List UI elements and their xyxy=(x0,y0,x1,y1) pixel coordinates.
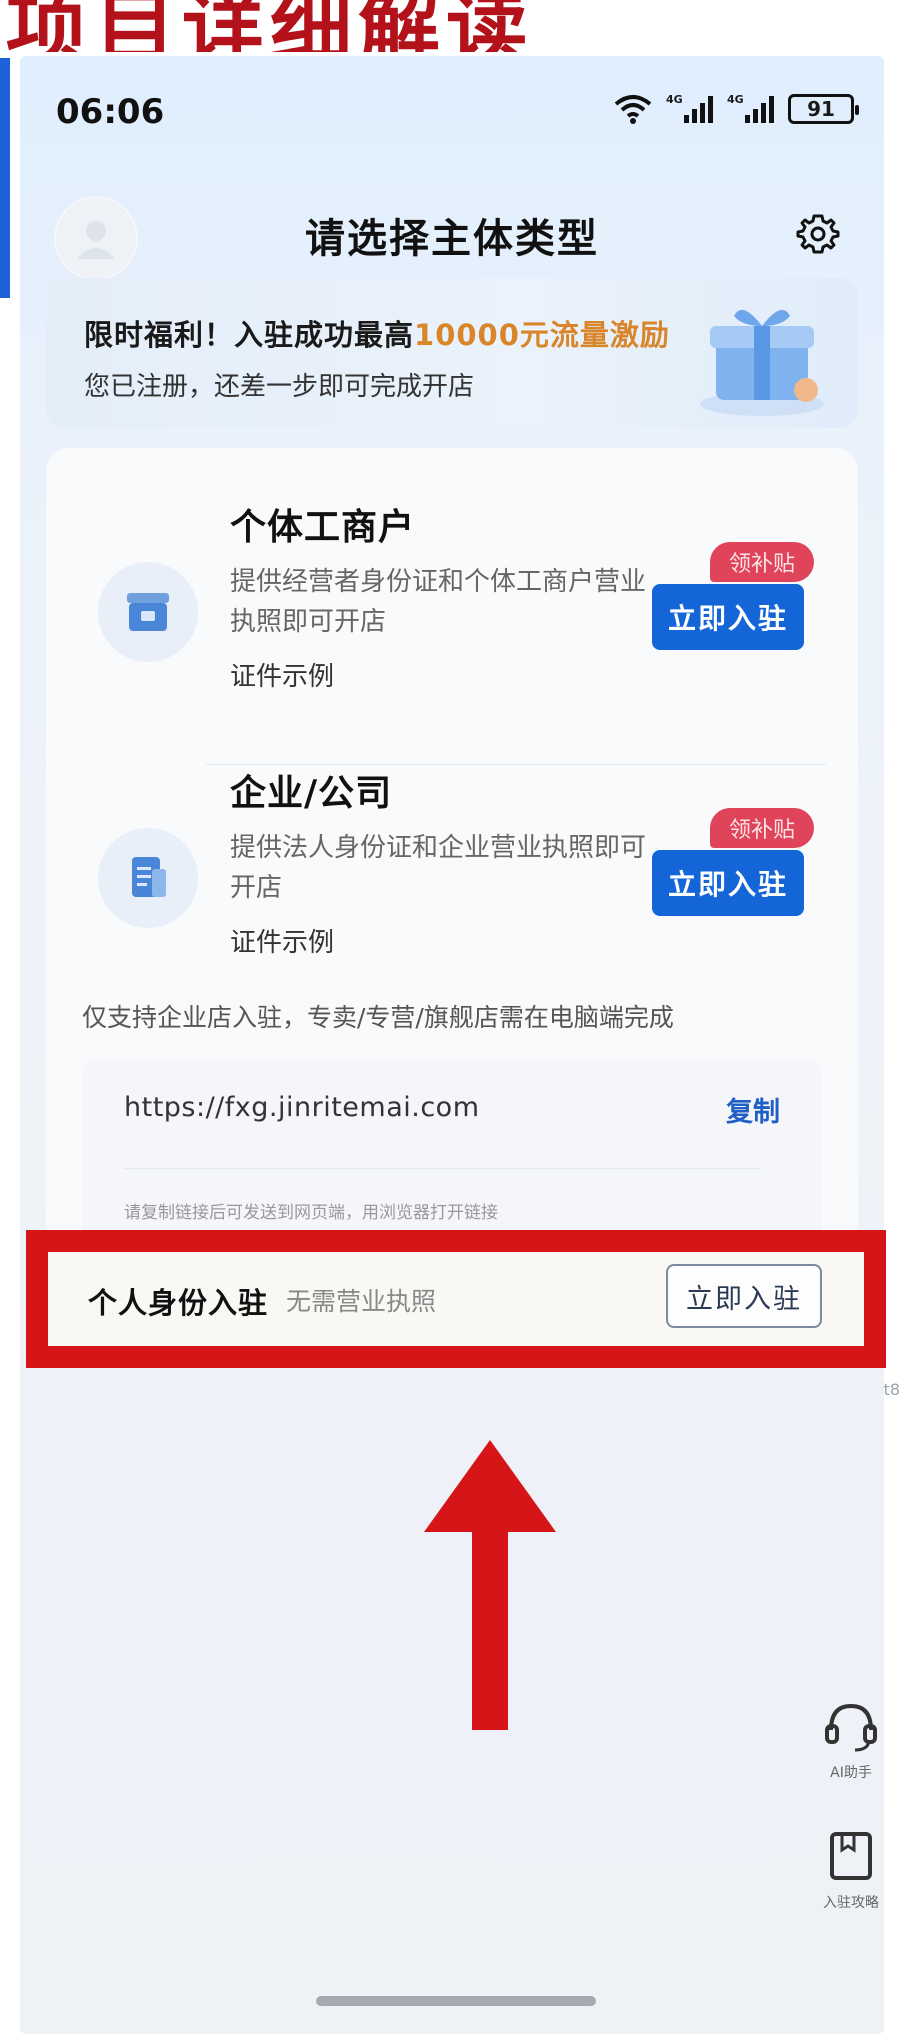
status-time: 06:06 xyxy=(56,92,165,132)
entity-title: 企业/公司 xyxy=(230,773,393,814)
red-highlight-box xyxy=(26,1230,886,1368)
status-icons: 4G 4G 91 xyxy=(614,93,859,124)
book-icon xyxy=(830,1832,872,1880)
copy-button[interactable]: 复制 xyxy=(726,1090,780,1129)
example-link[interactable]: 证件示例 xyxy=(230,656,334,693)
status-bar: 06:06 4G 4G 91 xyxy=(20,56,884,132)
cropped-caption-banner: 项目详细解读 xyxy=(0,0,904,52)
divider xyxy=(124,1168,762,1169)
page-title: 请选择主体类型 xyxy=(305,216,599,262)
home-indicator[interactable] xyxy=(316,1996,596,2006)
entity-title: 个体工商户 xyxy=(230,507,416,548)
page-header: 请选择主体类型 xyxy=(20,176,884,280)
left-accent-bar xyxy=(0,58,10,298)
merchant-url: https://fxg.jinritemai.com xyxy=(124,1092,480,1123)
promo-highlight: 10000元流量激励 xyxy=(414,318,670,352)
ai-assistant-label: AI助手 xyxy=(830,1765,872,1781)
store-icon xyxy=(98,562,198,662)
battery-icon: 91 xyxy=(788,94,859,124)
pc-only-note: 仅支持企业店入驻，专卖/专营/旗舰店需在电脑端完成 xyxy=(82,1003,674,1032)
wifi-icon xyxy=(614,95,652,124)
entity-type-individual: 个体工商户 提供经营者身份证和个体工商户营业执照即可开店 证件示例 立即入驻 领… xyxy=(46,498,858,765)
join-individual-button[interactable]: 立即入驻 xyxy=(652,584,804,650)
subsidy-badge: 领补贴 xyxy=(710,808,814,848)
subsidy-badge: 领补贴 xyxy=(710,542,814,582)
guide-label: 入驻攻略 xyxy=(823,1895,879,1911)
promo-subtitle: 您已注册，还差一步即可完成开店 xyxy=(84,372,475,402)
promo-title: 限时福利！入驻成功最高10000元流量激励 xyxy=(84,318,670,352)
url-hint: 请复制链接后可发送到网页端，用浏览器打开链接 xyxy=(124,1203,498,1223)
entity-type-company: 企业/公司 提供法人身份证和企业营业执照即可开店 证件示例 立即入驻 领补贴 xyxy=(46,764,858,1014)
phone-screen: 06:06 4G 4G 91 请选择主体类型 限时福利！入驻成功最高10000元… xyxy=(20,56,884,2034)
ai-assistant-tool[interactable]: AI助手 xyxy=(806,1700,896,1782)
gift-box-icon xyxy=(700,309,824,416)
headset-icon xyxy=(825,1703,877,1752)
signal-icon-2: 4G xyxy=(727,93,774,123)
guide-tool[interactable]: 入驻攻略 xyxy=(806,1830,896,1912)
promo-banner[interactable]: 限时福利！入驻成功最高10000元流量激励 您已注册，还差一步即可完成开店 xyxy=(46,278,858,428)
entity-description: 提供经营者身份证和个体工商户营业执照即可开店 xyxy=(230,567,647,637)
document-icon xyxy=(98,828,198,928)
banner-caption: 项目详细解读 xyxy=(6,0,535,52)
signal-icon: 4G xyxy=(666,93,713,123)
join-company-button[interactable]: 立即入驻 xyxy=(652,850,804,916)
edge-text: t8 xyxy=(883,1380,900,1399)
red-arrow-icon xyxy=(424,1440,556,1730)
gear-icon[interactable] xyxy=(796,212,840,256)
entity-description: 提供法人身份证和企业营业执照即可开店 xyxy=(230,833,647,903)
example-link[interactable]: 证件示例 xyxy=(230,922,334,959)
